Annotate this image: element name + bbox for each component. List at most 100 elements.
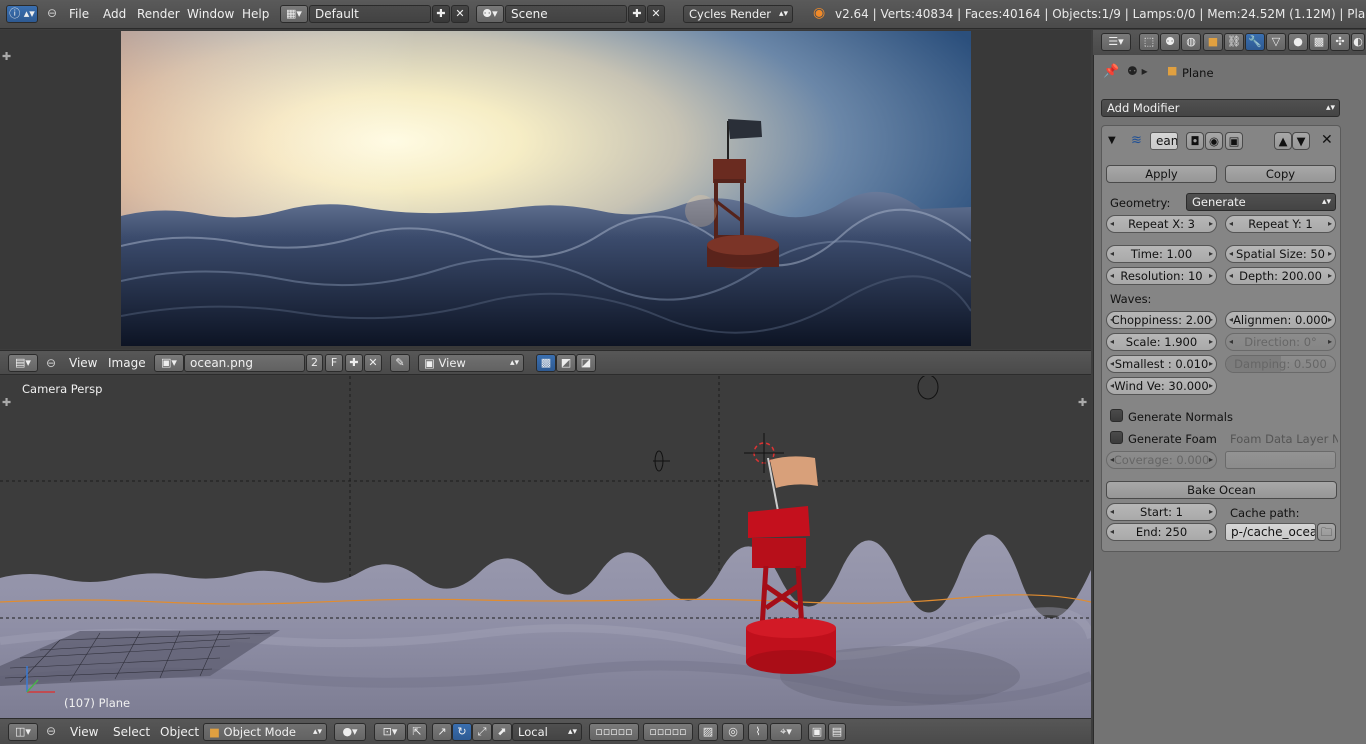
image-name-field[interactable]: ocean.png — [184, 354, 305, 372]
alignment-field[interactable]: Alignmen: 0.000 — [1225, 311, 1336, 329]
remove-modifier-icon[interactable]: ✕ — [1321, 132, 1333, 148]
image-users-count[interactable]: 2 — [306, 354, 323, 372]
draw-z-buffer-icon[interactable]: ◪ — [576, 354, 596, 372]
area-split-icon[interactable]: ✚ — [2, 50, 11, 63]
add-layout-button[interactable]: ✚ — [432, 5, 450, 23]
menu-help[interactable]: Help — [242, 7, 269, 21]
smallest-wave-field[interactable]: Smallest : 0.010 — [1106, 355, 1217, 373]
add-modifier-select[interactable]: Add Modifier ▴▾ — [1101, 99, 1340, 117]
editor-type-button[interactable]: ☰▾ — [1101, 33, 1131, 51]
data-tab-icon[interactable]: ▽ — [1266, 33, 1286, 51]
menu-render[interactable]: Render — [137, 7, 180, 21]
image-browse-icon[interactable]: ▣▾ — [154, 354, 184, 372]
menu-view[interactable]: View — [70, 725, 98, 739]
apply-button[interactable]: Apply — [1106, 165, 1217, 183]
snap-element-icon[interactable]: ⌖▾ — [770, 723, 802, 741]
collapse-menu-icon[interactable]: ⊖ — [46, 724, 56, 738]
material-tab-icon[interactable]: ● — [1288, 33, 1308, 51]
image-editor-area[interactable]: ✚ — [0, 30, 1091, 349]
collapse-menu-icon[interactable]: ⊖ — [46, 356, 56, 370]
spatial-size-field[interactable]: Spatial Size: 50 — [1225, 245, 1336, 263]
depth-field[interactable]: Depth: 200.00 — [1225, 267, 1336, 285]
constraints-tab-icon[interactable]: ⛓ — [1224, 33, 1244, 51]
editor-type-button[interactable]: ⓘ ▴▾ — [6, 5, 38, 23]
render-animation-icon[interactable]: ▤ — [828, 723, 846, 741]
menu-view[interactable]: View — [69, 356, 97, 370]
wind-velocity-field[interactable]: Wind Ve: 30.000 — [1106, 377, 1217, 395]
time-field[interactable]: Time: 1.00 — [1106, 245, 1217, 263]
delete-scene-button[interactable]: ✕ — [647, 5, 665, 23]
area-split-icon[interactable]: ✚ — [1078, 396, 1087, 409]
translate-manipulator-icon[interactable]: ↗ — [432, 723, 452, 741]
move-up-icon[interactable]: ▲ — [1274, 132, 1292, 150]
manipulator-toggle-icon[interactable]: ⇱ — [407, 723, 427, 741]
scale-manipulator-icon[interactable]: ⤢ — [472, 723, 492, 741]
menu-image[interactable]: Image — [108, 356, 146, 370]
scene-tab-icon[interactable]: ⚉ — [1160, 33, 1180, 51]
collapse-triangle-icon[interactable]: ▼ — [1108, 135, 1116, 146]
transform-orientation-select[interactable]: Local ▴▾ — [512, 723, 582, 741]
modifier-name-field[interactable]: ean — [1150, 132, 1178, 150]
layers-icon[interactable]: ▫▫▫▫▫ — [643, 723, 693, 741]
cache-path-input[interactable]: p-/cache_ocean — [1225, 523, 1316, 541]
scene-icon[interactable]: ⚉▾ — [476, 5, 504, 23]
geometry-select[interactable]: Generate ▴▾ — [1186, 193, 1336, 211]
3d-viewport[interactable]: Camera Persp (107) Plane ✚ ✚ — [0, 376, 1091, 718]
menu-window[interactable]: Window — [187, 7, 234, 21]
direction-field[interactable]: Direction: 0° — [1225, 333, 1336, 351]
bake-start-field[interactable]: Start: 1 — [1106, 503, 1217, 521]
menu-select[interactable]: Select — [113, 725, 150, 739]
physics-tab-icon[interactable]: ◐ — [1351, 33, 1365, 51]
rotate-manipulator-icon[interactable]: ↻ — [452, 723, 472, 741]
render-image-icon[interactable]: ▣ — [808, 723, 826, 741]
menu-file[interactable]: File — [69, 7, 89, 21]
repeat-y-field[interactable]: Repeat Y: 1 — [1225, 215, 1336, 233]
foam-layer-name-input[interactable] — [1225, 451, 1336, 469]
pivot-point-icon[interactable]: ⊡▾ — [374, 723, 406, 741]
generate-foam-checkbox[interactable] — [1110, 431, 1123, 444]
snap-toggle-icon[interactable]: ⌇ — [748, 723, 768, 741]
choppiness-field[interactable]: Choppiness: 2.00 — [1106, 311, 1217, 329]
interaction-mode-select[interactable]: ■ Object Mode ▴▾ — [203, 723, 327, 741]
menu-add[interactable]: Add — [103, 7, 126, 21]
add-scene-button[interactable]: ✚ — [628, 5, 646, 23]
resolution-field[interactable]: Resolution: 10 — [1106, 267, 1217, 285]
texture-tab-icon[interactable]: ▩ — [1309, 33, 1329, 51]
layers-icon[interactable]: ▫▫▫▫▫ — [589, 723, 639, 741]
delete-layout-button[interactable]: ✕ — [451, 5, 469, 23]
viewport-shading-icon[interactable]: ●▾ — [334, 723, 366, 741]
collapse-menu-icon[interactable]: ⊖ — [47, 6, 57, 20]
pin-icon[interactable]: ✎ — [390, 354, 410, 372]
move-down-icon[interactable]: ▼ — [1292, 132, 1310, 150]
editor-type-button[interactable]: ▤▾ — [8, 354, 38, 372]
image-view-mode-select[interactable]: ▣ View ▴▾ — [418, 354, 524, 372]
repeat-x-field[interactable]: Repeat X: 3 — [1106, 215, 1217, 233]
copy-button[interactable]: Copy — [1225, 165, 1336, 183]
fake-user-button[interactable]: F — [325, 354, 343, 372]
damping-slider[interactable]: Damping: 0.500 — [1225, 355, 1336, 373]
new-image-button[interactable]: ✚ — [345, 354, 363, 372]
screen-layout-field[interactable]: Default — [309, 5, 431, 23]
menu-object[interactable]: Object — [160, 725, 199, 739]
area-split-icon[interactable]: ✚ — [2, 396, 11, 409]
scene-field[interactable]: Scene — [505, 5, 627, 23]
viewport-toggle-icon[interactable]: ◉ — [1205, 132, 1223, 150]
editor-type-button[interactable]: ◫▾ — [8, 723, 38, 741]
unlink-image-button[interactable]: ✕ — [364, 354, 382, 372]
pin-icon[interactable]: 📌 — [1103, 64, 1119, 79]
draw-image-alpha-icon[interactable]: ▩ — [536, 354, 556, 372]
render-tab-icon[interactable]: ⬚ — [1139, 33, 1159, 51]
bake-end-field[interactable]: End: 250 — [1106, 523, 1217, 541]
world-tab-icon[interactable]: ◍ — [1181, 33, 1201, 51]
render-engine-select[interactable]: Cycles Render ▴▾ — [683, 5, 793, 23]
scale-field[interactable]: Scale: 1.900 — [1106, 333, 1217, 351]
object-tab-icon[interactable]: ■ — [1203, 33, 1223, 51]
render-toggle-icon[interactable]: ◘ — [1186, 132, 1204, 150]
generate-normals-checkbox[interactable] — [1110, 409, 1123, 422]
folder-browse-icon[interactable]: 🗀 — [1317, 523, 1336, 541]
proportional-edit-icon[interactable]: ◎ — [722, 723, 744, 741]
coverage-field[interactable]: Coverage: 0.000 — [1106, 451, 1217, 469]
editmode-toggle-icon[interactable]: ▣ — [1225, 132, 1243, 150]
screen-layout-icon[interactable]: ▦▾ — [280, 5, 308, 23]
draw-alpha-icon[interactable]: ◩ — [556, 354, 576, 372]
